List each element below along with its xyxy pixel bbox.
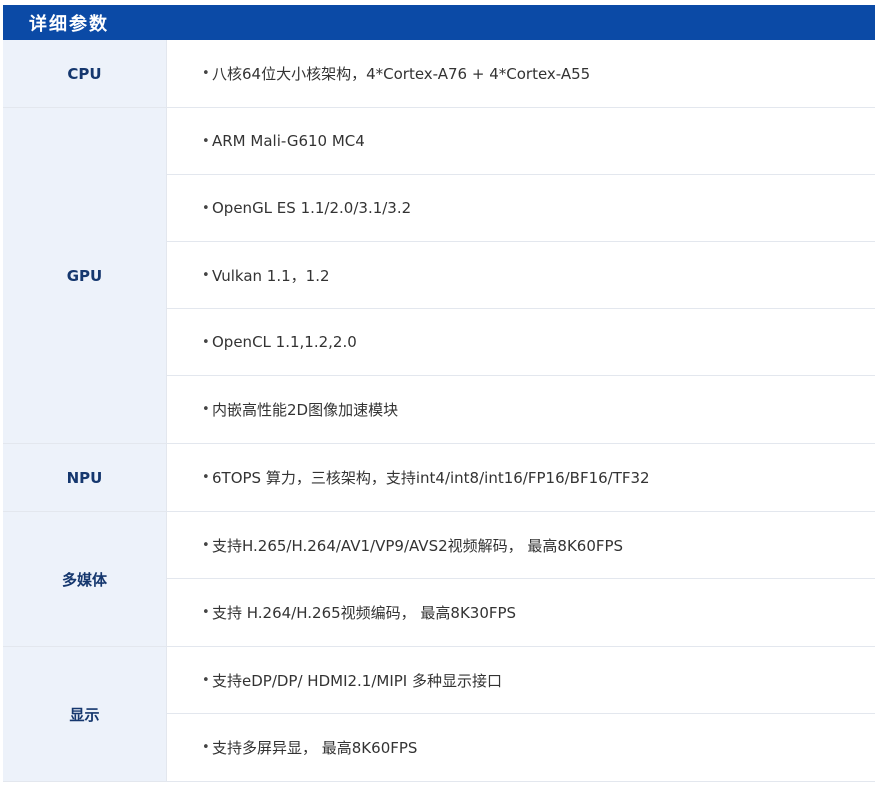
spec-item-text: 6TOPS 算力，三核架构，支持int4/int8/int16/FP16/BF1… [212, 469, 650, 487]
spec-values-gpu: • ARM Mali-G610 MC4 • OpenGL ES 1.1/2.0/… [167, 108, 875, 443]
section-header: 详细参数 [3, 5, 875, 40]
spec-values-display: • 支持eDP/DP/ HDMI2.1/MIPI 多种显示接口 • 支持多屏异显… [167, 647, 875, 781]
spec-row-cpu: CPU • 八核64位大小核架构，4*Cortex-A76 + 4*Cortex… [3, 40, 875, 108]
spec-label-display: 显示 [3, 647, 167, 781]
bullet: • [202, 605, 210, 620]
spec-item-text: 支持eDP/DP/ HDMI2.1/MIPI 多种显示接口 [212, 671, 503, 690]
spec-values-cpu: • 八核64位大小核架构，4*Cortex-A76 + 4*Cortex-A55 [167, 40, 875, 107]
spec-row-multimedia: 多媒体 • 支持H.265/H.264/AV1/VP9/AVS2视频解码， 最高… [3, 512, 875, 647]
spec-values-multimedia: • 支持H.265/H.264/AV1/VP9/AVS2视频解码， 最高8K60… [167, 512, 875, 646]
section-title: 详细参数 [29, 13, 109, 35]
spec-item: • OpenGL ES 1.1/2.0/3.1/3.2 [167, 175, 875, 242]
spec-label-gpu: GPU [3, 108, 167, 443]
spec-item: • 支持eDP/DP/ HDMI2.1/MIPI 多种显示接口 [167, 647, 875, 714]
spec-item-text: OpenCL 1.1,1.2,2.0 [212, 333, 357, 351]
spec-item: • OpenCL 1.1,1.2,2.0 [167, 309, 875, 376]
spec-item: • 6TOPS 算力，三核架构，支持int4/int8/int16/FP16/B… [167, 444, 875, 511]
spec-item-text: 支持 H.264/H.265视频编码， 最高8K30FPS [212, 604, 517, 622]
spec-row-npu: NPU • 6TOPS 算力，三核架构，支持int4/int8/int16/FP… [3, 444, 875, 512]
spec-item: • 支持多屏异显， 最高8K60FPS [167, 714, 875, 781]
spec-page: 详细参数 CPU • 八核64位大小核架构，4*Cortex-A76 + 4*C… [0, 0, 875, 790]
bullet: • [202, 200, 210, 216]
spec-table: CPU • 八核64位大小核架构，4*Cortex-A76 + 4*Cortex… [3, 40, 875, 782]
spec-item-text: 支持H.265/H.264/AV1/VP9/AVS2视频解码， 最高8K60FP… [212, 536, 624, 555]
bullet: • [202, 740, 210, 755]
spec-item: • 八核64位大小核架构，4*Cortex-A76 + 4*Cortex-A55 [167, 40, 875, 107]
spec-row-gpu: GPU • ARM Mali-G610 MC4 • OpenGL ES 1.1/… [3, 108, 875, 444]
spec-item: • 内嵌高性能2D图像加速模块 [167, 376, 875, 443]
spec-item-text: Vulkan 1.1，1.2 [212, 266, 330, 285]
bullet: • [202, 470, 210, 485]
spec-item-text: 内嵌高性能2D图像加速模块 [212, 401, 399, 419]
bullet: • [202, 672, 210, 688]
bullet: • [202, 402, 210, 417]
spec-item: • ARM Mali-G610 MC4 [167, 108, 875, 175]
spec-item-text: 八核64位大小核架构，4*Cortex-A76 + 4*Cortex-A55 [212, 65, 591, 83]
spec-item-text: ARM Mali-G610 MC4 [212, 132, 365, 150]
bullet: • [202, 133, 210, 149]
spec-label-cpu: CPU [3, 40, 167, 107]
bullet: • [202, 66, 210, 81]
spec-item-text: OpenGL ES 1.1/2.0/3.1/3.2 [212, 199, 412, 217]
spec-item: • 支持 H.264/H.265视频编码， 最高8K30FPS [167, 579, 875, 646]
spec-label-multimedia: 多媒体 [3, 512, 167, 646]
spec-label-npu: NPU [3, 444, 167, 511]
spec-item-text: 支持多屏异显， 最高8K60FPS [212, 739, 418, 757]
spec-item: • 支持H.265/H.264/AV1/VP9/AVS2视频解码， 最高8K60… [167, 512, 875, 579]
bullet: • [202, 537, 210, 553]
bullet: • [202, 334, 210, 350]
spec-row-display: 显示 • 支持eDP/DP/ HDMI2.1/MIPI 多种显示接口 • 支持多… [3, 647, 875, 782]
bullet: • [202, 267, 210, 283]
spec-item: • Vulkan 1.1，1.2 [167, 242, 875, 309]
spec-values-npu: • 6TOPS 算力，三核架构，支持int4/int8/int16/FP16/B… [167, 444, 875, 511]
